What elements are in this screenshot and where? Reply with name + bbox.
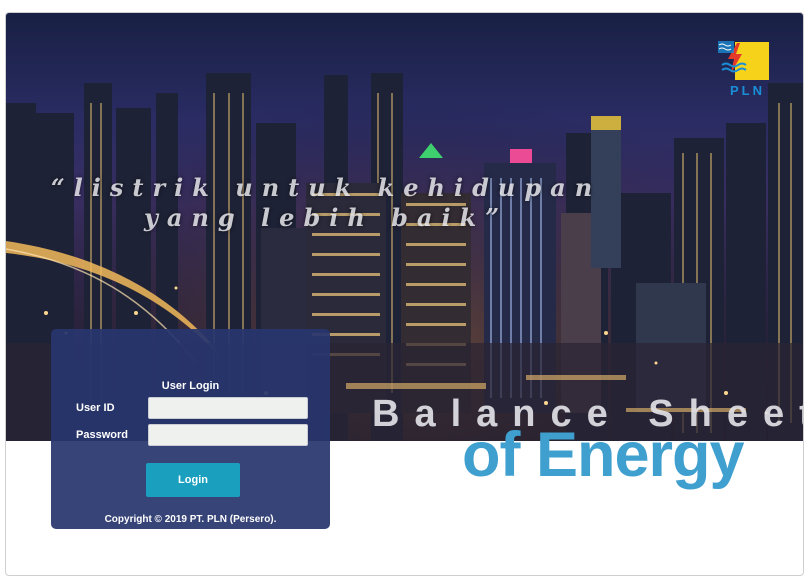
- tagline-line-1: “listrik untuk kehidupan: [50, 173, 602, 202]
- waves-icon: [718, 41, 734, 53]
- login-panel: User Login User ID Password Login Copyri…: [51, 329, 330, 529]
- pln-logo: PLN: [718, 39, 778, 101]
- tagline: “listrik untuk kehidupan yang lebih baik…: [6, 173, 646, 233]
- user-id-input[interactable]: [148, 397, 308, 419]
- title-line-2: of Energy: [462, 420, 745, 490]
- user-id-label: User ID: [76, 402, 115, 414]
- page-frame: “listrik untuk kehidupan yang lebih baik…: [5, 12, 804, 576]
- password-label: Password: [76, 429, 128, 441]
- password-input[interactable]: [148, 424, 308, 446]
- login-button[interactable]: Login: [146, 463, 240, 497]
- login-heading: User Login: [161, 380, 220, 392]
- logo-text: PLN: [730, 83, 765, 98]
- copyright-text: Copyright © 2019 PT. PLN (Persero).: [104, 514, 277, 525]
- tagline-line-2: yang lebih baik”: [143, 203, 509, 232]
